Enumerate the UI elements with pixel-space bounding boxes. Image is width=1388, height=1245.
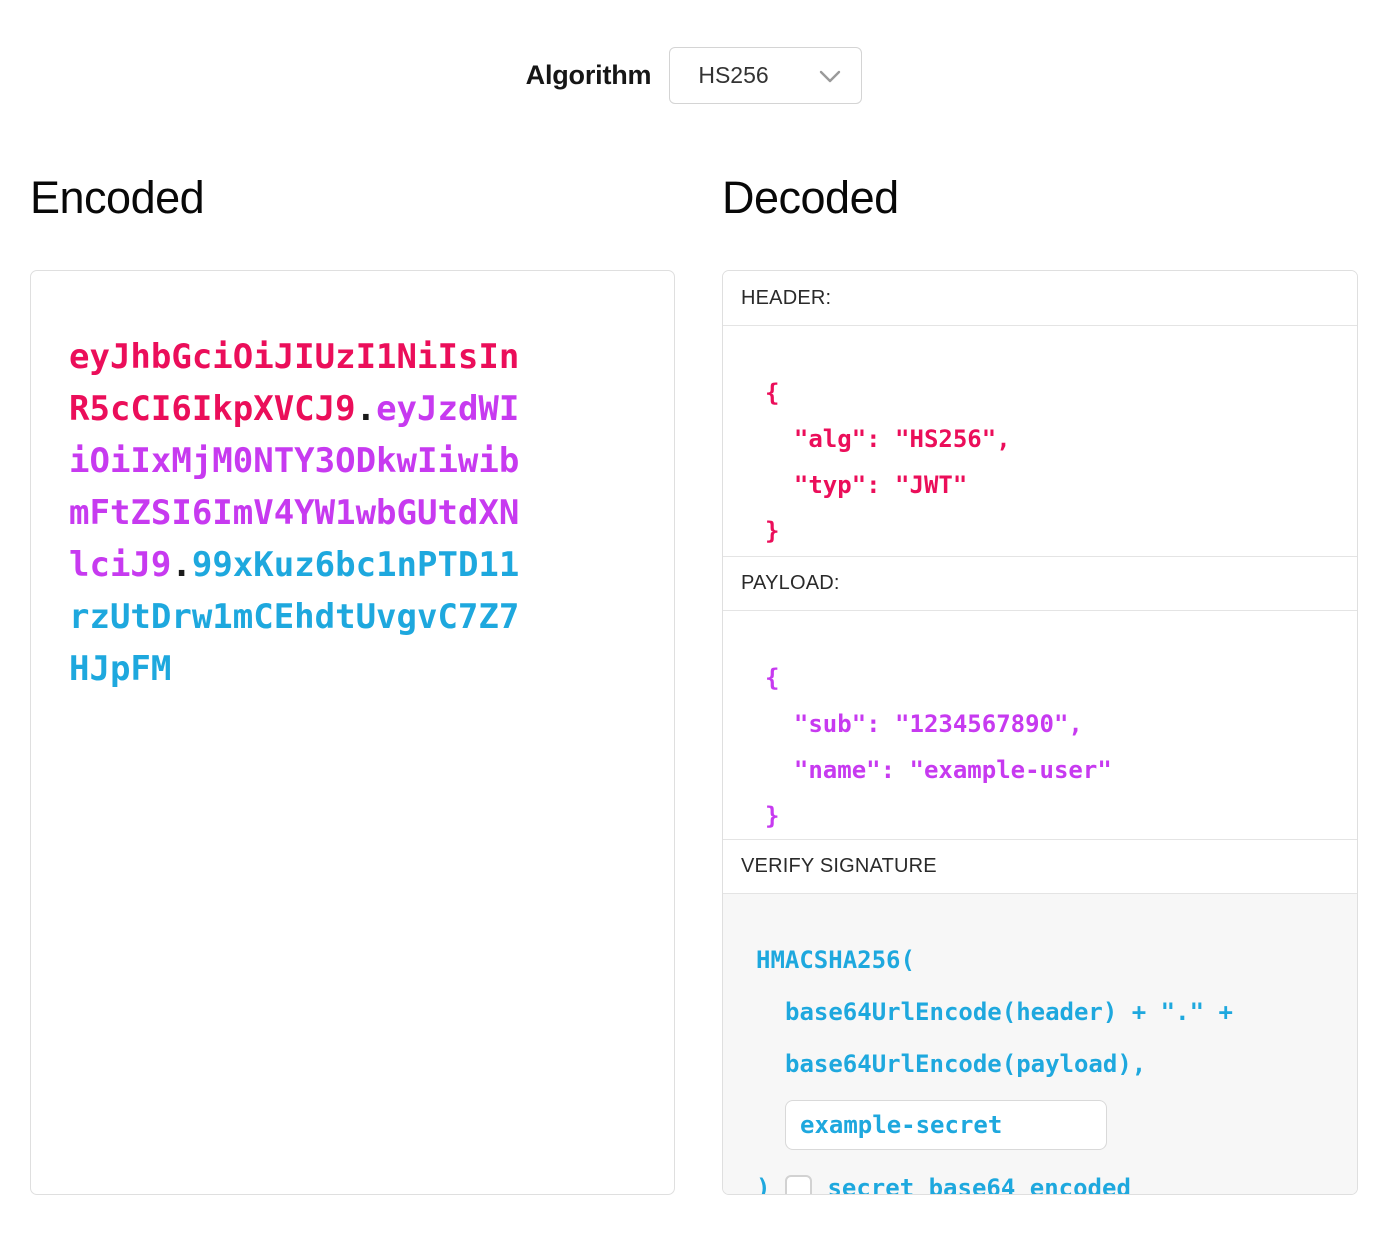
jwt-debugger-page: Algorithm HS256 Encoded Decoded eyJhbGci… bbox=[0, 0, 1388, 1245]
payload-section-label: PAYLOAD: bbox=[723, 556, 1357, 611]
base64-checkbox-label: secret base64 encoded bbox=[827, 1162, 1130, 1195]
base64-checkbox[interactable] bbox=[785, 1175, 812, 1196]
algorithm-selected-value: HS256 bbox=[698, 62, 819, 89]
algorithm-select[interactable]: HS256 bbox=[669, 47, 862, 104]
verify-signature-code: HMACSHA256( base64UrlEncode(header) + ".… bbox=[723, 894, 1357, 1195]
decoded-heading: Decoded bbox=[722, 172, 899, 224]
algorithm-row: Algorithm HS256 bbox=[0, 47, 1388, 104]
base64-header-line: base64UrlEncode(header) + "." + bbox=[756, 986, 1337, 1038]
closing-row: ) secret base64 encoded bbox=[756, 1162, 1337, 1195]
token-separator-1: . bbox=[356, 389, 376, 429]
header-json-editor[interactable]: { "alg": "HS256", "typ": "JWT" } bbox=[723, 326, 1357, 556]
payload-json-editor[interactable]: { "sub": "1234567890", "name": "example-… bbox=[723, 611, 1357, 839]
secret-input[interactable] bbox=[785, 1100, 1107, 1150]
base64-payload-line: base64UrlEncode(payload), bbox=[756, 1038, 1337, 1090]
jwt-token-editor[interactable]: eyJhbGciOiJIUzI1NiIsInR5cCI6IkpXVCJ9.eyJ… bbox=[69, 331, 524, 695]
algorithm-label: Algorithm bbox=[526, 60, 652, 91]
verify-section-label: VERIFY SIGNATURE bbox=[723, 839, 1357, 894]
hmac-function-line: HMACSHA256( bbox=[756, 934, 1337, 986]
token-separator-2: . bbox=[171, 545, 191, 585]
header-section-label: HEADER: bbox=[723, 271, 1357, 326]
encoded-heading: Encoded bbox=[30, 172, 204, 224]
chevron-down-icon bbox=[819, 69, 841, 83]
decoded-panel: HEADER: { "alg": "HS256", "typ": "JWT" }… bbox=[722, 270, 1358, 1195]
encoded-panel: eyJhbGciOiJIUzI1NiIsInR5cCI6IkpXVCJ9.eyJ… bbox=[30, 270, 675, 1195]
closing-paren: ) bbox=[756, 1162, 770, 1195]
